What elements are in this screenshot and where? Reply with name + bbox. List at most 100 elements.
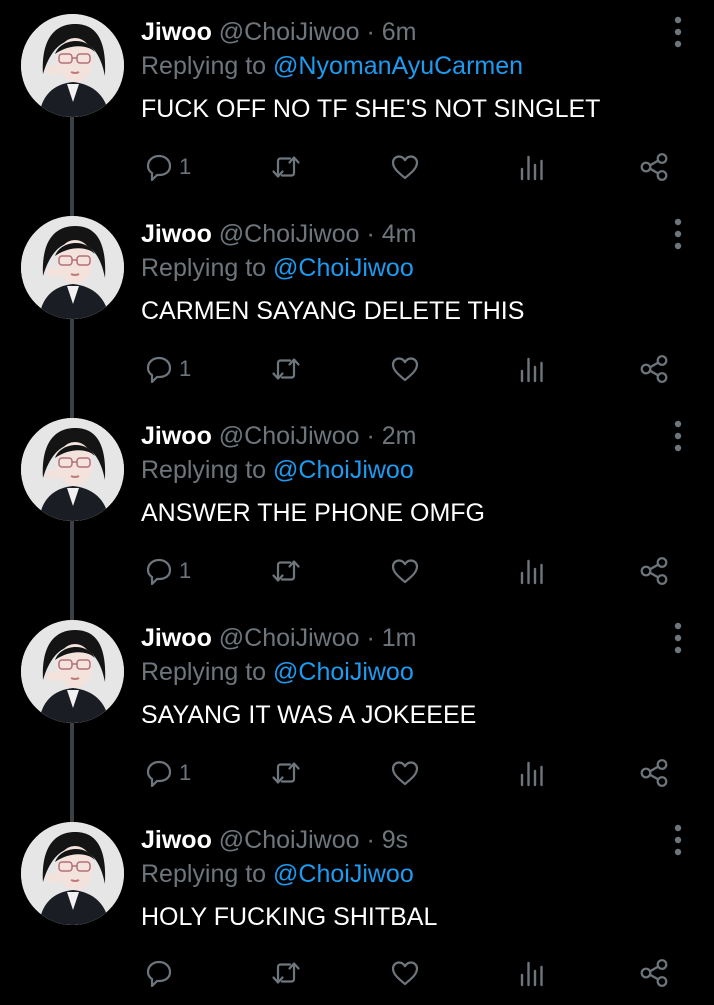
retweet-button[interactable] (270, 753, 302, 793)
bar-chart-icon (520, 761, 543, 787)
tweet-actions: 1 (0, 349, 714, 389)
more-options-button[interactable] (664, 822, 692, 858)
reply-button[interactable]: 1 (143, 349, 191, 389)
replying-to-label: Replying to (141, 658, 267, 686)
share-button[interactable] (638, 953, 670, 993)
tweet-text: HOLY FUCKING SHITBAL (141, 903, 438, 931)
user-handle[interactable]: @ChoiJiwoo (219, 18, 360, 46)
reply-bubble-icon (146, 356, 172, 384)
reply-button[interactable] (143, 953, 179, 993)
retweet-button[interactable] (270, 147, 302, 187)
tweet-actions: 1 (0, 753, 714, 793)
display-name[interactable]: Jiwoo (141, 422, 212, 450)
thread-connector-line (70, 404, 74, 418)
retweet-icon (272, 156, 300, 178)
reply-count: 1 (179, 558, 192, 583)
display-name[interactable]: Jiwoo (141, 18, 212, 46)
bar-chart-icon (520, 559, 543, 585)
reply-button[interactable]: 1 (143, 753, 191, 793)
tweet-item[interactable]: Jiwoo @ChoiJiwoo · 6m Replying to @Nyoma… (0, 0, 714, 202)
display-name[interactable]: Jiwoo (141, 624, 212, 652)
thread-connector-line (70, 202, 74, 216)
retweet-icon (272, 962, 300, 984)
bar-chart-icon (520, 961, 543, 987)
retweet-button[interactable] (270, 953, 302, 993)
timestamp[interactable]: 2m (382, 422, 417, 450)
heart-icon (391, 357, 419, 382)
avatar[interactable] (21, 620, 124, 723)
share-button[interactable] (638, 147, 670, 187)
avatar[interactable] (21, 418, 124, 521)
retweet-icon (272, 762, 300, 784)
more-vertical-icon (674, 824, 682, 856)
views-button[interactable] (516, 953, 548, 993)
user-handle[interactable]: @ChoiJiwoo (219, 826, 360, 854)
heart-icon (391, 761, 419, 786)
display-name[interactable]: Jiwoo (141, 826, 212, 854)
reply-bubble-icon (146, 760, 172, 788)
tweet-item[interactable]: Jiwoo @ChoiJiwoo · 4m Replying to @ChoiJ… (0, 202, 714, 404)
replying-to: Replying to @ChoiJiwoo (141, 858, 414, 890)
retweet-button[interactable] (270, 551, 302, 591)
tweet-item[interactable]: Jiwoo @ChoiJiwoo · 2m Replying to @ChoiJ… (0, 404, 714, 606)
time-separator: · (366, 826, 375, 854)
replying-to-label: Replying to (141, 456, 267, 484)
like-button[interactable] (389, 753, 421, 793)
more-options-button[interactable] (664, 14, 692, 50)
reply-button[interactable]: 1 (143, 147, 191, 187)
share-button[interactable] (638, 349, 670, 389)
replying-to-label: Replying to (141, 860, 267, 888)
replying-to-mention[interactable]: @ChoiJiwoo (273, 860, 414, 888)
user-handle[interactable]: @ChoiJiwoo (219, 624, 360, 652)
timestamp[interactable]: 4m (382, 220, 417, 248)
display-name[interactable]: Jiwoo (141, 220, 212, 248)
timestamp[interactable]: 1m (382, 624, 417, 652)
share-icon (640, 153, 668, 181)
more-options-button[interactable] (664, 216, 692, 252)
tweet-item[interactable]: Jiwoo @ChoiJiwoo · 9s Replying to @ChoiJ… (0, 808, 714, 1005)
heart-icon (391, 961, 419, 986)
views-button[interactable] (516, 147, 548, 187)
like-button[interactable] (389, 147, 421, 187)
like-button[interactable] (389, 953, 421, 993)
views-button[interactable] (516, 551, 548, 591)
replying-to-mention[interactable]: @ChoiJiwoo (273, 456, 414, 484)
timestamp[interactable]: 6m (382, 18, 417, 46)
share-icon (640, 759, 668, 787)
replying-to-label: Replying to (141, 254, 267, 282)
reply-bubble-icon (146, 558, 172, 586)
replying-to-label: Replying to (141, 52, 267, 80)
like-button[interactable] (389, 349, 421, 389)
avatar[interactable] (21, 14, 124, 117)
share-button[interactable] (638, 753, 670, 793)
retweet-icon (272, 358, 300, 380)
reply-count: 1 (179, 356, 192, 381)
timestamp[interactable]: 9s (382, 826, 408, 854)
replying-to: Replying to @NyomanAyuCarmen (141, 50, 523, 82)
views-button[interactable] (516, 349, 548, 389)
avatar[interactable] (21, 822, 124, 925)
user-handle[interactable]: @ChoiJiwoo (219, 422, 360, 450)
views-button[interactable] (516, 753, 548, 793)
replying-to-mention[interactable]: @ChoiJiwoo (273, 254, 414, 282)
share-button[interactable] (638, 551, 670, 591)
more-options-button[interactable] (664, 418, 692, 454)
tweet-text: CARMEN SAYANG DELETE THIS (141, 297, 525, 325)
like-button[interactable] (389, 551, 421, 591)
more-vertical-icon (674, 16, 682, 48)
reply-button[interactable]: 1 (143, 551, 191, 591)
tweet-item[interactable]: Jiwoo @ChoiJiwoo · 1m Replying to @ChoiJ… (0, 606, 714, 808)
tweet-header: Jiwoo @ChoiJiwoo · 1m (141, 622, 416, 654)
share-icon (640, 959, 668, 987)
reply-count: 1 (179, 760, 192, 785)
replying-to-mention[interactable]: @NyomanAyuCarmen (273, 52, 523, 80)
thread-connector-line (70, 808, 74, 822)
avatar[interactable] (21, 216, 124, 319)
time-separator: · (366, 422, 375, 450)
replying-to-mention[interactable]: @ChoiJiwoo (273, 658, 414, 686)
share-icon (640, 557, 668, 585)
heart-icon (391, 559, 419, 584)
user-handle[interactable]: @ChoiJiwoo (219, 220, 360, 248)
more-options-button[interactable] (664, 620, 692, 656)
retweet-button[interactable] (270, 349, 302, 389)
